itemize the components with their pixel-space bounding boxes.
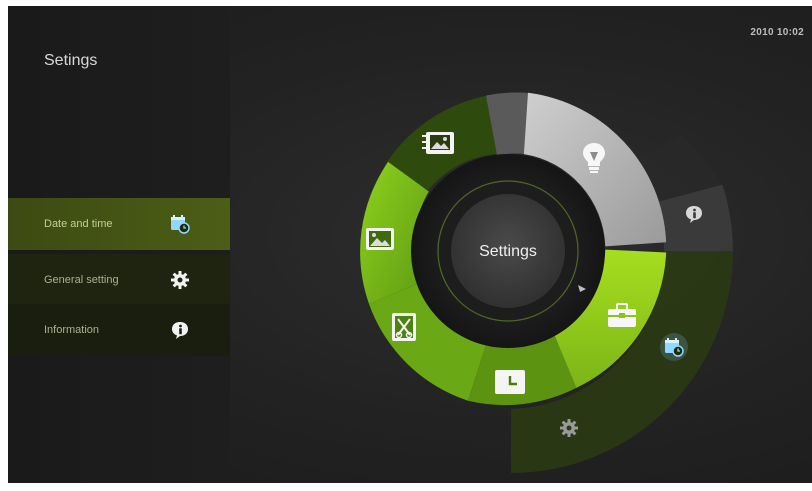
clock-icon bbox=[495, 370, 525, 394]
photo-album-icon bbox=[422, 132, 454, 154]
gear-icon[interactable] bbox=[560, 419, 578, 437]
calendar-clock-icon[interactable] bbox=[660, 333, 688, 361]
settings-wheel: Settings bbox=[360, 92, 733, 473]
photo-icon bbox=[366, 228, 394, 250]
settings-screen: Setings Date and time General setting In… bbox=[8, 6, 812, 483]
center-title: Settings bbox=[479, 243, 537, 260]
cut-clip-icon bbox=[392, 313, 416, 341]
